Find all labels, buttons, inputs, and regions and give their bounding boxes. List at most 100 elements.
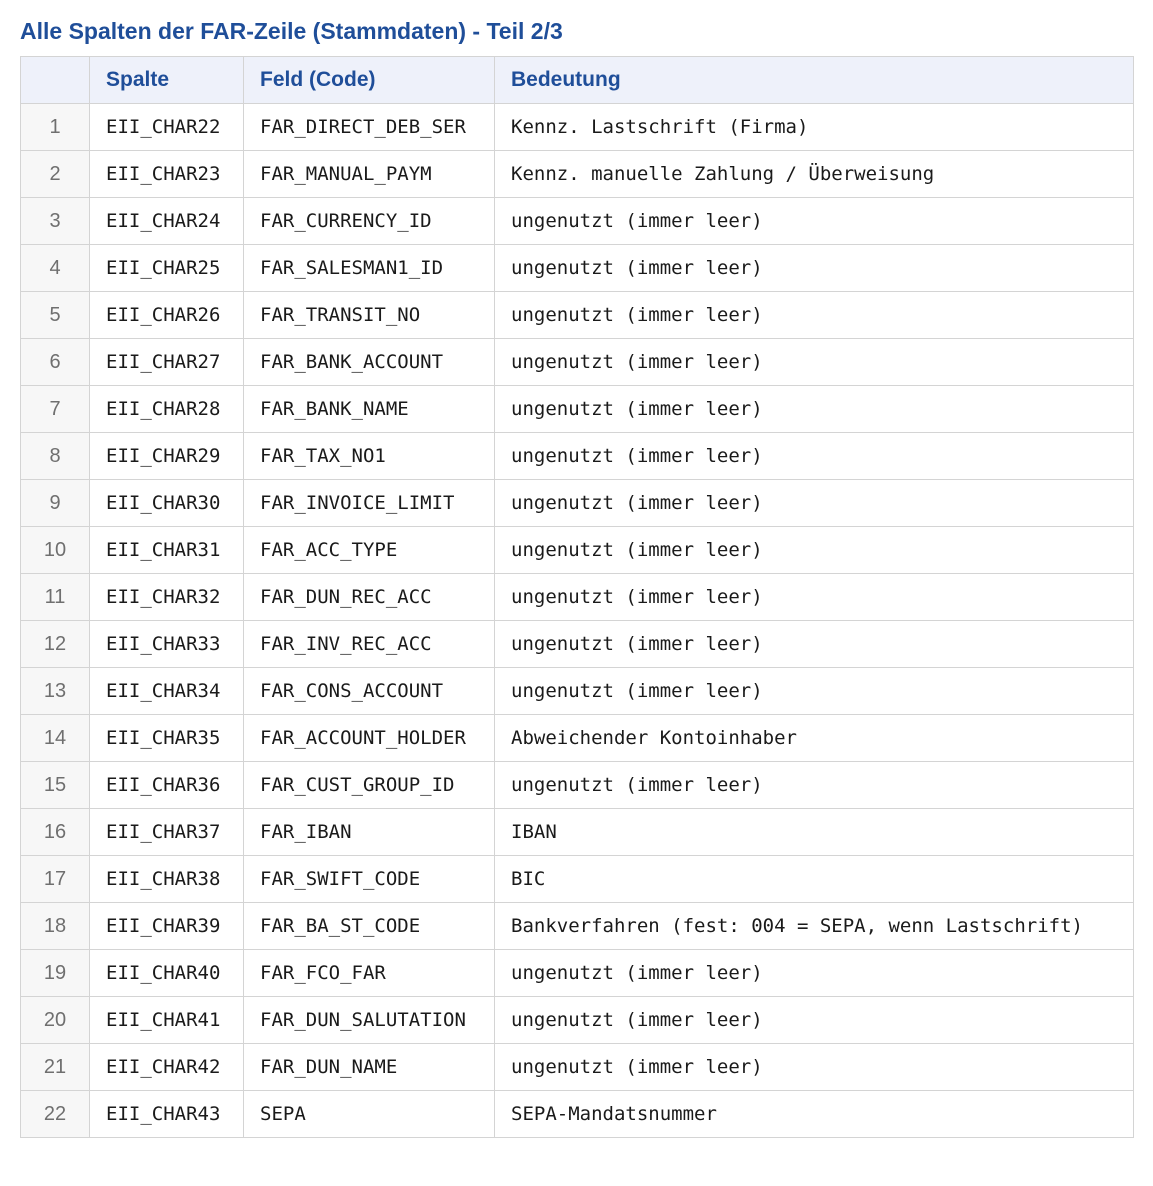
table-row: 15 EII_CHAR36 FAR_CUST_GROUP_ID ungenutzt (… [20,761,1134,809]
cell-spalte: EII_CHAR31 [89,526,244,574]
row-index: 7 [20,385,90,433]
cell-feld-code: FAR_DUN_SALUTATION [243,996,495,1044]
row-index: 4 [20,244,90,292]
cell-bedeutung: IBAN [494,808,1134,856]
cell-bedeutung: ungenutzt (immer leer) [494,1043,1134,1091]
row-index: 1 [20,103,90,151]
cell-spalte: EII_CHAR30 [89,479,244,527]
cell-spalte: EII_CHAR27 [89,338,244,386]
cell-spalte: EII_CHAR39 [89,902,244,950]
table-row: 13 EII_CHAR34 FAR_CONS_ACCOUNT ungenutzt (i… [20,667,1134,715]
cell-feld-code: FAR_SALESMAN1_ID [243,244,495,292]
cell-feld-code: FAR_MANUAL_PAYM [243,150,495,198]
cell-bedeutung: ungenutzt (immer leer) [494,244,1134,292]
row-index: 19 [20,949,90,997]
table-row: 14 EII_CHAR35 FAR_ACCOUNT_HOLDER Abweichend… [20,714,1134,762]
cell-feld-code: FAR_BANK_NAME [243,385,495,433]
cell-bedeutung: SEPA-Mandatsnummer [494,1090,1134,1138]
cell-spalte: EII_CHAR34 [89,667,244,715]
cell-bedeutung: ungenutzt (immer leer) [494,996,1134,1044]
table-row: 19 EII_CHAR40 FAR_FCO_FAR ungenutzt (immer … [20,949,1134,997]
cell-bedeutung: ungenutzt (immer leer) [494,338,1134,386]
cell-bedeutung: Kennz. manuelle Zahlung / Überweisung [494,150,1134,198]
cell-bedeutung: ungenutzt (immer leer) [494,526,1134,574]
page-title: Alle Spalten der FAR-Zeile (Stammdaten) … [20,18,563,44]
cell-spalte: EII_CHAR35 [89,714,244,762]
row-index: 9 [20,479,90,527]
row-index: 20 [20,996,90,1044]
cell-bedeutung: ungenutzt (immer leer) [494,432,1134,480]
table-body: 1 EII_CHAR22 FAR_DIRECT_DEB_SER Kennz. Last… [20,103,1134,1138]
cell-bedeutung: ungenutzt (immer leer) [494,291,1134,339]
cell-spalte: EII_CHAR32 [89,573,244,621]
cell-feld-code: FAR_TRANSIT_NO [243,291,495,339]
cell-bedeutung: ungenutzt (immer leer) [494,385,1134,433]
header-feld-code: Feld (Code) [243,56,495,104]
cell-feld-code: FAR_BANK_ACCOUNT [243,338,495,386]
row-index: 5 [20,291,90,339]
cell-bedeutung: ungenutzt (immer leer) [494,479,1134,527]
cell-spalte: EII_CHAR28 [89,385,244,433]
cell-feld-code: FAR_SWIFT_CODE [243,855,495,903]
cell-feld-code: FAR_ACCOUNT_HOLDER [243,714,495,762]
table-row: 21 EII_CHAR42 FAR_DUN_NAME ungenutzt (immer… [20,1043,1134,1091]
cell-feld-code: FAR_DUN_NAME [243,1043,495,1091]
row-index: 14 [20,714,90,762]
cell-spalte: EII_CHAR29 [89,432,244,480]
table-row: 16 EII_CHAR37 FAR_IBAN IBAN [20,808,1134,856]
cell-feld-code: FAR_BA_ST_CODE [243,902,495,950]
cell-bedeutung: ungenutzt (immer leer) [494,573,1134,621]
cell-bedeutung: ungenutzt (immer leer) [494,197,1134,245]
table-row: 10 EII_CHAR31 FAR_ACC_TYPE ungenutzt (immer… [20,526,1134,574]
cell-spalte: EII_CHAR24 [89,197,244,245]
cell-spalte: EII_CHAR33 [89,620,244,668]
cell-spalte: EII_CHAR26 [89,291,244,339]
cell-bedeutung: ungenutzt (immer leer) [494,667,1134,715]
cell-bedeutung: ungenutzt (immer leer) [494,620,1134,668]
cell-spalte: EII_CHAR36 [89,761,244,809]
cell-spalte: EII_CHAR41 [89,996,244,1044]
row-index: 22 [20,1090,90,1138]
cell-feld-code: FAR_FCO_FAR [243,949,495,997]
row-index: 10 [20,526,90,574]
cell-feld-code: FAR_CUST_GROUP_ID [243,761,495,809]
row-index: 11 [20,573,90,621]
cell-feld-code: FAR_CURRENCY_ID [243,197,495,245]
table-row: 7 EII_CHAR28 FAR_BANK_NAME ungenutzt (immer… [20,385,1134,433]
table-row: 17 EII_CHAR38 FAR_SWIFT_CODE BIC [20,855,1134,903]
cell-spalte: EII_CHAR37 [89,808,244,856]
header-index [20,56,90,104]
cell-spalte: EII_CHAR38 [89,855,244,903]
table-row: 6 EII_CHAR27 FAR_BANK_ACCOUNT ungenutzt (im… [20,338,1134,386]
cell-bedeutung: Bankverfahren (fest: 004 = SEPA, wenn La… [494,902,1134,950]
cell-spalte: EII_CHAR23 [89,150,244,198]
header-bedeutung: Bedeutung [494,56,1134,104]
table-row: 18 EII_CHAR39 FAR_BA_ST_CODE Bankverfahren … [20,902,1134,950]
cell-bedeutung: ungenutzt (immer leer) [494,949,1134,997]
row-index: 17 [20,855,90,903]
cell-feld-code: FAR_DIRECT_DEB_SER [243,103,495,151]
table-row: 11 EII_CHAR32 FAR_DUN_REC_ACC ungenutzt (im… [20,573,1134,621]
cell-bedeutung: Abweichender Kontoinhaber [494,714,1134,762]
row-index: 21 [20,1043,90,1091]
cell-feld-code: SEPA [243,1090,495,1138]
cell-bedeutung: Kennz. Lastschrift (Firma) [494,103,1134,151]
table-row: 5 EII_CHAR26 FAR_TRANSIT_NO ungenutzt (imme… [20,291,1134,339]
cell-spalte: EII_CHAR43 [89,1090,244,1138]
row-index: 18 [20,902,90,950]
cell-spalte: EII_CHAR22 [89,103,244,151]
cell-feld-code: FAR_ACC_TYPE [243,526,495,574]
row-index: 12 [20,620,90,668]
table-row: 12 EII_CHAR33 FAR_INV_REC_ACC ungenutzt (im… [20,620,1134,668]
cell-feld-code: FAR_DUN_REC_ACC [243,573,495,621]
table-row: 9 EII_CHAR30 FAR_INVOICE_LIMIT ungenutzt (i… [20,479,1134,527]
row-index: 13 [20,667,90,715]
header-spalte: Spalte [89,56,244,104]
row-index: 3 [20,197,90,245]
cell-bedeutung: ungenutzt (immer leer) [494,761,1134,809]
table-row: 3 EII_CHAR24 FAR_CURRENCY_ID ungenutzt (imm… [20,197,1134,245]
table-row: 22 EII_CHAR43 SEPA SEPA-Mandatsnummer [20,1090,1134,1138]
table-header: Spalte Feld (Code) Bedeutung [20,56,1134,104]
cell-spalte: EII_CHAR42 [89,1043,244,1091]
row-index: 16 [20,808,90,856]
